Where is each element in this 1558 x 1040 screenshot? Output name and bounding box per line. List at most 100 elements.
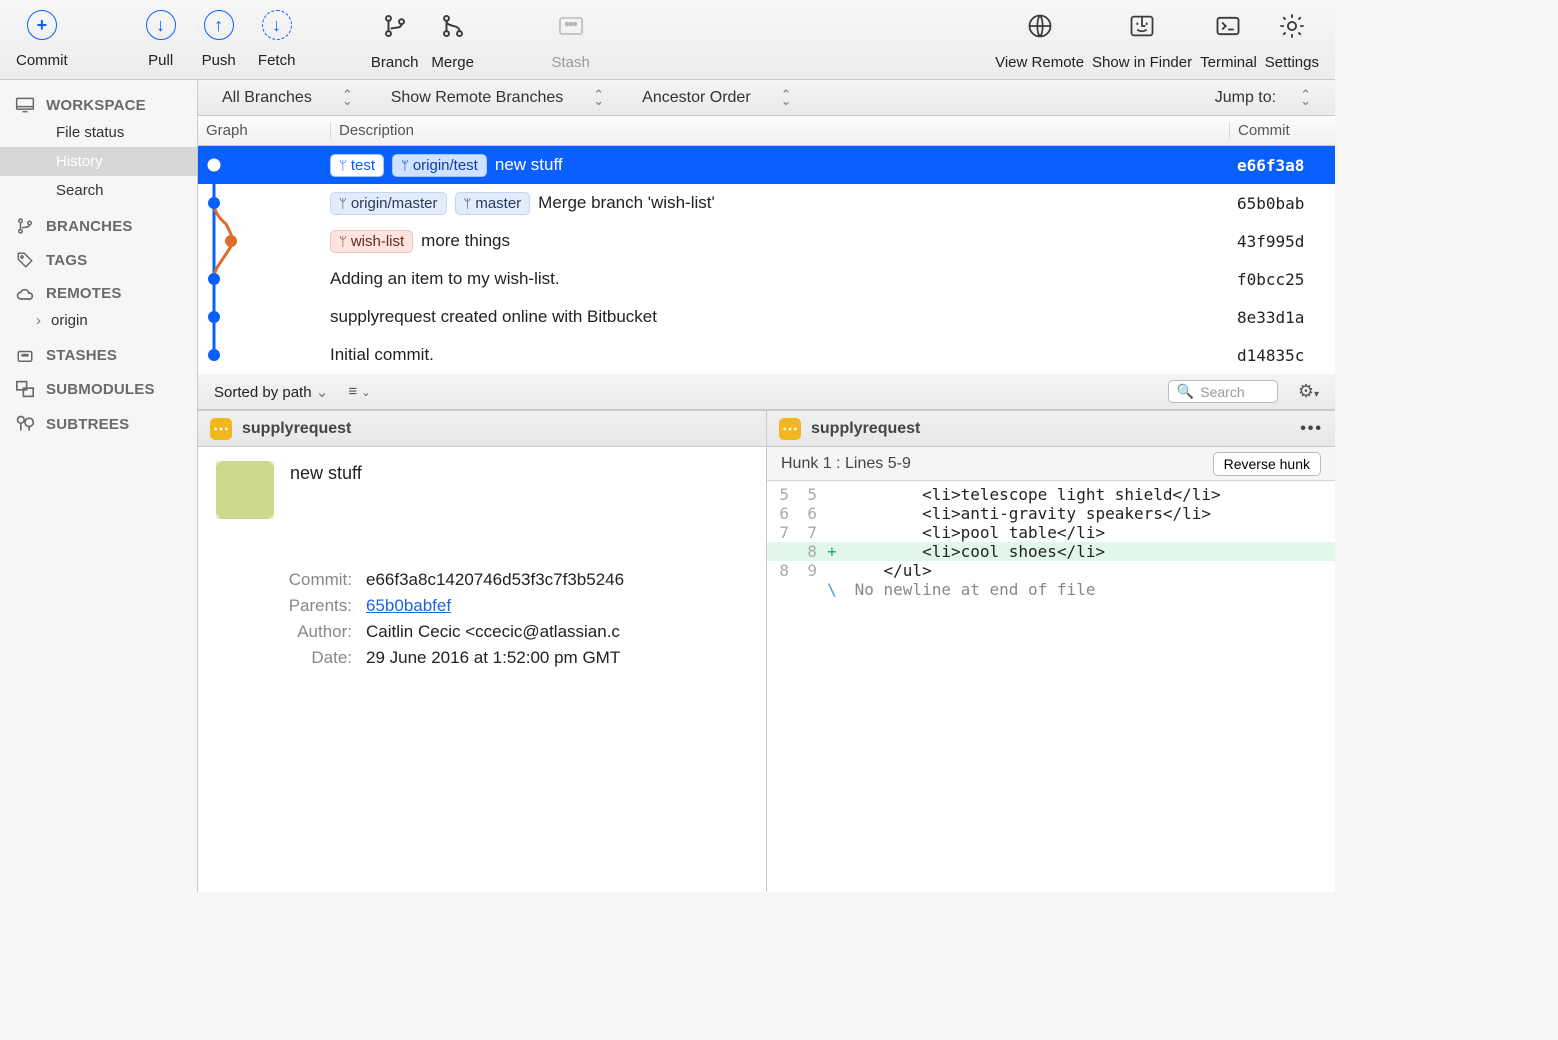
commit-button[interactable]: + Commit [12,8,72,69]
col-graph[interactable]: Graph [198,122,330,139]
remotes-label: REMOTES [46,285,122,302]
search-icon: 🔍 [1177,383,1194,400]
cloud-icon [14,286,36,302]
sidebar-tags-header[interactable]: TAGS [0,239,197,273]
sidebar-remote-origin[interactable]: › origin [0,306,197,335]
commit-sha-short: 65b0bab [1229,194,1335,213]
diff-view[interactable]: 55 <li>telescope light shield</li>66 <li… [767,481,1335,603]
terminal-button[interactable]: Terminal [1196,8,1261,71]
monitor-icon [14,96,36,114]
chevron-updown-icon: ⌃⌄ [593,92,604,104]
sidebar-history[interactable]: History [0,147,197,176]
branch-tag[interactable]: ᛘorigin/master [330,192,447,215]
file-header-right[interactable]: ⋯ supplyrequest ••• [767,411,1335,447]
toolbar: + Commit ↓ Pull ↑ Push ↓ Fetch Branch Me… [0,0,1335,80]
col-commit[interactable]: Commit [1229,122,1335,139]
globe-icon [1024,10,1056,42]
terminal-label: Terminal [1200,54,1257,71]
commit-row[interactable]: ᛘorigin/masterᛘmaster Merge branch 'wish… [198,184,1335,222]
terminal-icon [1212,10,1244,42]
sidebar-search[interactable]: Search [0,176,197,205]
parents-label: Parents: [216,596,366,616]
column-headers: Graph Description Commit [198,116,1335,146]
more-icon[interactable]: ••• [1300,420,1323,438]
merge-label: Merge [431,54,474,71]
filter-ancestor[interactable]: Ancestor Order ⌃⌄ [642,89,791,107]
chevron-down-icon: ⌄ [316,384,329,401]
author-value: Caitlin Cecic <ccecic@atlassian.c [366,622,620,642]
sidebar-file-status[interactable]: File status [0,118,197,147]
file-name: supplyrequest [242,420,351,438]
commit-row[interactable]: ᛘwish-list more things43f995d [198,222,1335,260]
finder-icon [1126,10,1158,42]
commit-message: supplyrequest created online with Bitbuc… [330,307,657,327]
gear-icon [1276,10,1308,42]
commit-sha-short: f0bcc25 [1229,270,1335,289]
settings-label: Settings [1265,54,1319,71]
view-remote-button[interactable]: View Remote [991,8,1088,71]
main: WORKSPACE File status History Search BRA… [0,80,1335,892]
pull-label: Pull [148,52,173,69]
branch-button[interactable]: Branch [366,8,424,71]
settings-button[interactable]: Settings [1261,8,1323,71]
submodules-label: SUBMODULES [46,381,155,398]
sidebar-submodules-header[interactable]: SUBMODULES [0,368,197,402]
reverse-hunk-button[interactable]: Reverse hunk [1213,452,1321,476]
commit-details-pane: ⋯ supplyrequest new stuff Commit:e66f3a8… [198,411,766,892]
branch-tag[interactable]: ᛘwish-list [330,230,413,253]
author-label: Author: [216,622,366,642]
commit-sha-short: 43f995d [1229,232,1335,251]
lower-split: ⋯ supplyrequest new stuff Commit:e66f3a8… [198,410,1335,892]
commit-message: Adding an item to my wish-list. [330,269,560,289]
commit-label: Commit [16,52,68,69]
commit-row[interactable]: Adding an item to my wish-list. f0bcc25 [198,260,1335,298]
submodule-icon [14,380,36,398]
parent-link[interactable]: 65b0babfef [366,596,451,615]
tags-label: TAGS [46,252,87,269]
jump-to[interactable]: Jump to: ⌃⌄ [1215,89,1311,107]
sorted-by-path[interactable]: Sorted by path ⌄ [214,383,328,401]
sidebar-branches-header[interactable]: BRANCHES [0,205,197,239]
commit-row[interactable]: ᛘtestᛘorigin/test new stuffe66f3a8 [198,146,1335,184]
sidebar-remotes-header[interactable]: REMOTES [0,273,197,306]
subtree-icon [14,414,36,434]
commit-row[interactable]: Initial commit.d14835c [198,336,1335,374]
sidebar-workspace-header[interactable]: WORKSPACE [0,84,197,118]
diff-line: 89 </ul> [767,561,1335,580]
chevron-right-icon: › [36,312,41,329]
stash-button[interactable]: Stash [542,8,600,71]
show-finder-button[interactable]: Show in Finder [1088,8,1196,71]
diff-search-input[interactable]: 🔍 Search [1168,380,1278,403]
sidebar-stashes-header[interactable]: STASHES [0,335,197,368]
col-description[interactable]: Description [330,122,1229,139]
push-label: Push [202,52,236,69]
file-name: supplyrequest [811,420,920,438]
commit-message: new stuff [495,155,563,175]
push-button[interactable]: ↑ Push [190,8,248,69]
stashes-label: STASHES [46,347,117,364]
branches-label: BRANCHES [46,218,133,235]
commit-list[interactable]: ᛘtestᛘorigin/test new stuffe66f3a8ᛘorigi… [198,146,1335,374]
sidebar-subtrees-header[interactable]: SUBTREES [0,402,197,438]
diff-line: \ No newline at end of file [767,580,1335,599]
merge-button[interactable]: Merge [424,8,482,71]
chevron-updown-icon: ⌃⌄ [1300,92,1311,104]
filter-all-branches[interactable]: All Branches ⌃⌄ [222,89,353,107]
fetch-button[interactable]: ↓ Fetch [248,8,306,69]
list-view-toggle[interactable]: ≡ ⌄ [348,383,370,400]
commit-row[interactable]: supplyrequest created online with Bitbuc… [198,298,1335,336]
filter-show-remote[interactable]: Show Remote Branches ⌃⌄ [391,89,604,107]
pull-button[interactable]: ↓ Pull [132,8,190,69]
file-header-left[interactable]: ⋯ supplyrequest [198,411,766,447]
branch-icon [379,10,411,42]
plus-icon: + [27,10,57,40]
subtrees-label: SUBTREES [46,416,129,433]
diff-pane: ⋯ supplyrequest ••• Hunk 1 : Lines 5-9 R… [766,411,1335,892]
branch-tag[interactable]: ᛘtest [330,154,384,177]
avatar [216,461,274,519]
branch-tag[interactable]: ᛘorigin/test [392,154,487,177]
diff-settings-button[interactable]: ⚙▾ [1298,381,1319,402]
branch-tag[interactable]: ᛘmaster [455,192,531,215]
diff-line: 55 <li>telescope light shield</li> [767,485,1335,504]
filter-bar: All Branches ⌃⌄ Show Remote Branches ⌃⌄ … [198,80,1335,116]
